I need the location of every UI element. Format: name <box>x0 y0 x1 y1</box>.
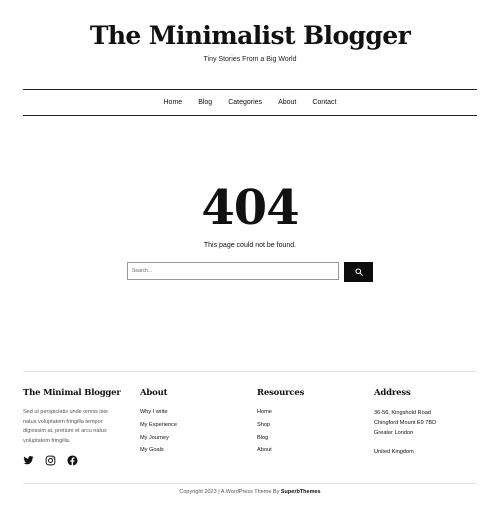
footer-address: 36-56, Kingshold Road Chingford Mount E9… <box>374 408 484 457</box>
site-tagline: Tiny Stories From a Big World <box>203 56 297 63</box>
nav-item-about[interactable]: About <box>278 99 296 106</box>
twitter-icon[interactable] <box>23 455 34 466</box>
address-country: United Kingdom <box>374 449 414 455</box>
facebook-icon[interactable] <box>67 455 78 466</box>
error-code: 404 <box>201 180 299 236</box>
footer-resources-title: Resources <box>257 388 305 398</box>
address-line-3: Greater London <box>374 430 414 436</box>
footer-bottom-divider <box>23 483 477 484</box>
footer-link-blog[interactable]: Blog <box>257 434 357 447</box>
footer-about-column: The Minimal Blogger Sed ut perspiciatis … <box>23 386 123 446</box>
footer-resources-links: Home Shop Blog About <box>257 408 357 459</box>
copyright-text: Copyright 2023 | A WordPress Theme By <box>179 489 281 495</box>
footer-link-my-goals[interactable]: My Goals <box>140 446 240 459</box>
footer-link-about[interactable]: About <box>257 446 357 459</box>
error-message: This page could not be found. <box>203 242 297 249</box>
footer-resources-column: Resources Home Shop Blog About <box>257 386 357 459</box>
footer-link-shop[interactable]: Shop <box>257 421 357 434</box>
nav-item-contact[interactable]: Contact <box>312 99 336 106</box>
theme-author-link[interactable]: SuperbThemes <box>281 489 321 495</box>
search-button[interactable] <box>344 262 373 282</box>
footer-address-column: Address 36-56, Kingshold Road Chingford … <box>374 386 484 457</box>
copyright: Copyright 2023 | A WordPress Theme By Su… <box>0 489 500 495</box>
site-title[interactable]: The Minimalist Blogger <box>0 20 500 52</box>
social-links <box>23 455 78 466</box>
address-line-2: Chingford Mount E9 7BD <box>374 420 437 426</box>
footer-link-my-experience[interactable]: My Experience <box>140 421 240 434</box>
instagram-icon[interactable] <box>45 455 56 466</box>
footer-about-title: The Minimal Blogger <box>23 388 121 398</box>
search-icon <box>354 268 363 276</box>
nav-item-categories[interactable]: Categories <box>228 99 262 106</box>
footer-about-links-title: About <box>140 388 168 398</box>
page: The Minimalist Blogger Tiny Stories From… <box>0 0 500 511</box>
nav-item-home[interactable]: Home <box>164 99 183 106</box>
footer-link-my-journey[interactable]: My Journey <box>140 434 240 447</box>
footer-about-text: Sed ut perspiciatis unde omnis iste natu… <box>23 409 108 444</box>
nav-bottom-divider <box>23 115 477 116</box>
search-input[interactable] <box>127 262 339 280</box>
main-nav: Home Blog Categories About Contact <box>23 89 477 115</box>
footer-top-divider <box>23 371 477 372</box>
search-form <box>127 262 373 282</box>
footer-about-links-column: About Why I write My Experience My Journ… <box>140 386 240 459</box>
footer-address-title: Address <box>374 388 411 398</box>
nav-item-blog[interactable]: Blog <box>198 99 212 106</box>
address-line-1: 36-56, Kingshold Road <box>374 410 431 416</box>
footer-link-why-i-write[interactable]: Why I write <box>140 408 240 421</box>
footer-about-links: Why I write My Experience My Journey My … <box>140 408 240 459</box>
footer-link-home[interactable]: Home <box>257 408 357 421</box>
